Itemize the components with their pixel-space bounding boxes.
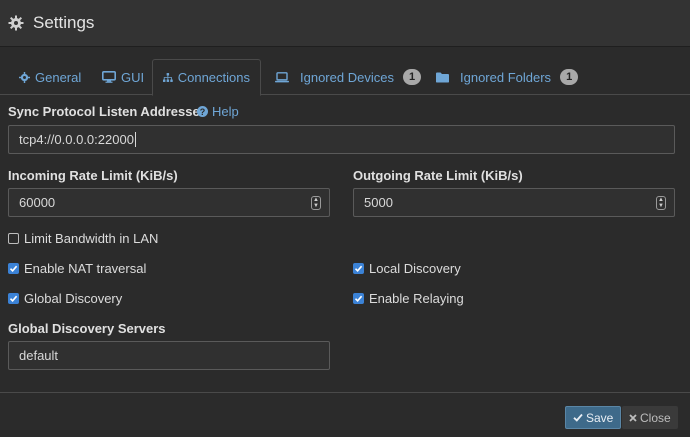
nat-traversal-checkbox[interactable]: Enable NAT traversal	[8, 261, 146, 276]
tab-general[interactable]: General	[9, 59, 91, 95]
laptop-icon	[275, 71, 289, 82]
sync-addresses-label: Sync Protocol Listen Addresses	[8, 104, 207, 119]
local-discovery-label: Local Discovery	[369, 261, 461, 276]
monitor-icon	[102, 71, 116, 83]
global-discovery-checkbox[interactable]: Global Discovery	[8, 291, 122, 306]
relaying-label: Enable Relaying	[369, 291, 464, 306]
incoming-rate-stepper[interactable]: ▲ ▼	[311, 195, 321, 210]
ignored-folders-count-badge: 1	[560, 69, 579, 85]
discovery-servers-label: Global Discovery Servers	[8, 321, 166, 336]
tab-connections-label: Connections	[177, 70, 250, 85]
sitemap-icon	[163, 73, 173, 82]
tab-ignored-folders[interactable]: Ignored Folders 1	[426, 59, 588, 95]
check-icon	[573, 413, 583, 422]
checkbox-checked-icon	[8, 263, 19, 274]
outgoing-rate-stepper[interactable]: ▲ ▼	[656, 195, 666, 210]
settings-tabs: General GUI Connections Ignored Devices …	[0, 59, 690, 96]
ignored-devices-count-badge: 1	[402, 69, 422, 85]
tab-gui[interactable]: GUI	[92, 59, 154, 95]
text-cursor	[134, 132, 136, 147]
modal-footer: Save Close	[0, 392, 690, 437]
outgoing-rate-input[interactable]: 5000 ▲ ▼	[353, 188, 675, 217]
tab-ignored-devices[interactable]: Ignored Devices 1	[265, 59, 431, 95]
help-link[interactable]: ? Help	[197, 104, 239, 119]
close-button[interactable]: Close	[622, 406, 678, 429]
limit-lan-checkbox[interactable]: Limit Bandwidth in LAN	[8, 231, 158, 246]
close-button-label: Close	[640, 410, 671, 425]
checkbox-checked-icon	[353, 263, 364, 274]
checkbox-checked-icon	[353, 293, 364, 304]
save-button[interactable]: Save	[565, 406, 622, 429]
relaying-checkbox[interactable]: Enable Relaying	[353, 291, 464, 306]
help-link-label: Help	[212, 104, 239, 119]
modal-header: Settings	[0, 0, 690, 47]
nat-traversal-label: Enable NAT traversal	[24, 261, 147, 276]
incoming-rate-value: 60000	[19, 195, 56, 210]
folder-icon	[436, 72, 449, 82]
outgoing-rate-label: Outgoing Rate Limit (KiB/s)	[353, 168, 523, 183]
tab-gui-label: GUI	[121, 69, 145, 85]
cog-icon	[19, 71, 30, 83]
checkbox-unchecked-icon	[8, 233, 19, 244]
question-icon: ?	[197, 106, 208, 117]
limit-lan-label: Limit Bandwidth in LAN	[24, 231, 159, 246]
sync-addresses-input[interactable]: tcp4://0.0.0.0:22000	[8, 125, 675, 154]
tab-general-label: General	[35, 69, 82, 85]
save-button-label: Save	[586, 410, 614, 425]
discovery-servers-input[interactable]: default	[8, 341, 330, 370]
gear-icon	[8, 15, 24, 31]
global-discovery-label: Global Discovery	[24, 291, 123, 306]
local-discovery-checkbox[interactable]: Local Discovery	[353, 261, 461, 276]
modal-title: Settings	[33, 13, 95, 32]
tab-ignored-devices-label: Ignored Devices	[300, 69, 394, 85]
sync-addresses-value: tcp4://0.0.0.0:22000	[19, 132, 134, 147]
incoming-rate-label: Incoming Rate Limit (KiB/s)	[8, 168, 178, 183]
close-icon	[629, 413, 637, 422]
tab-ignored-folders-label: Ignored Folders	[460, 69, 552, 85]
tab-connections[interactable]: Connections	[152, 59, 261, 96]
checkbox-checked-icon	[8, 293, 19, 304]
discovery-servers-value: default	[19, 348, 59, 363]
incoming-rate-input[interactable]: 60000 ▲ ▼	[8, 188, 330, 217]
outgoing-rate-value: 5000	[364, 195, 393, 210]
